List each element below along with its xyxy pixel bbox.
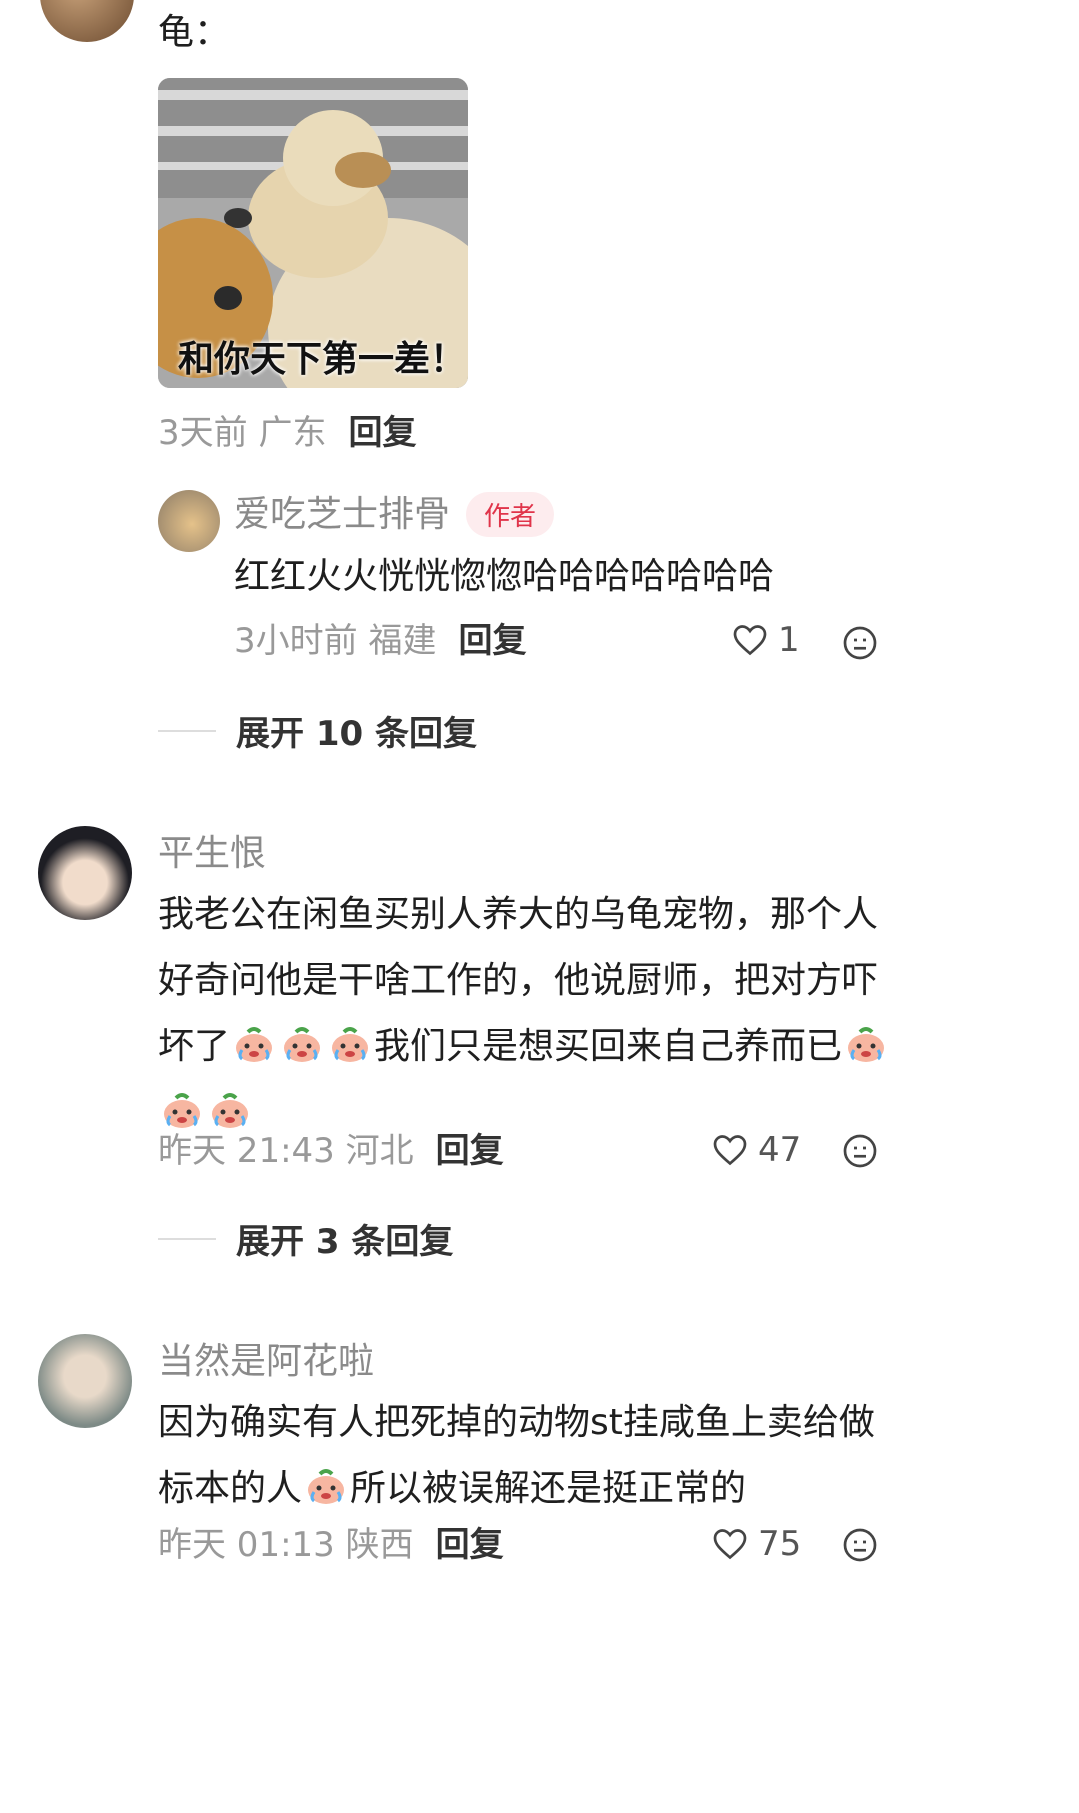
comment-meta: 昨天 01:13 陕西 bbox=[158, 1525, 414, 1565]
face-icon[interactable] bbox=[842, 1133, 878, 1169]
comment-meta: 3天前 广东 bbox=[158, 413, 327, 453]
avatar[interactable] bbox=[158, 490, 220, 552]
like-count: 75 bbox=[758, 1524, 802, 1564]
like-count: 47 bbox=[758, 1130, 802, 1170]
heart-icon bbox=[713, 1529, 747, 1560]
face-icon[interactable] bbox=[842, 625, 878, 661]
comment-text-line: 我老公在闲鱼买别人养大的乌龟宠物，那个人 bbox=[158, 894, 879, 935]
crying-emoji bbox=[236, 1027, 273, 1062]
like-count: 1 bbox=[778, 620, 800, 660]
crying-emoji bbox=[164, 1093, 200, 1128]
comment-text-line: 因为确实有人把死掉的动物st挂咸鱼上卖给做 bbox=[158, 1402, 875, 1443]
comment-image[interactable]: 和你天下第一差！ bbox=[158, 78, 468, 388]
divider bbox=[158, 729, 216, 732]
like-button[interactable]: 1 bbox=[732, 620, 800, 660]
expand-label: 展开 3 条回复 bbox=[236, 1222, 454, 1262]
comment-text: 龟： bbox=[158, 12, 231, 53]
heart-icon bbox=[733, 625, 767, 656]
comment-text-part: 标本的人 bbox=[158, 1468, 303, 1509]
username[interactable]: 平生恨 bbox=[158, 832, 266, 876]
comment-text-part: 坏了 bbox=[158, 1026, 231, 1067]
username[interactable]: 爱吃芝士排骨 bbox=[234, 493, 450, 537]
heart-icon bbox=[713, 1135, 747, 1166]
comment-text-part: 我们只是想买回来自己养而已 bbox=[374, 1026, 843, 1067]
reply-button[interactable]: 回复 bbox=[436, 1525, 504, 1565]
reply-button[interactable]: 回复 bbox=[458, 621, 526, 661]
reply-text: 红红火火恍恍惚惚哈哈哈哈哈哈哈 bbox=[234, 556, 775, 597]
reply-button[interactable]: 回复 bbox=[348, 413, 416, 453]
crying-emoji bbox=[308, 1469, 345, 1504]
avatar[interactable] bbox=[38, 826, 132, 920]
like-button[interactable]: 47 bbox=[712, 1130, 801, 1170]
expand-replies-button[interactable]: 展开 3 条回复 bbox=[158, 1214, 453, 1263]
comment-meta: 昨天 21:43 河北 bbox=[158, 1131, 414, 1171]
crying-emoji bbox=[332, 1027, 369, 1062]
expand-label: 展开 10 条回复 bbox=[236, 714, 477, 754]
crying-emoji bbox=[284, 1027, 321, 1062]
reply-meta: 3小时前 福建 bbox=[234, 621, 437, 661]
face-icon[interactable] bbox=[842, 1527, 878, 1563]
crying-emoji bbox=[848, 1027, 885, 1062]
divider bbox=[158, 1237, 216, 1240]
comment-text-line: 好奇问他是干啥工作的，他说厨师，把对方吓 bbox=[158, 960, 879, 1001]
like-button[interactable]: 75 bbox=[712, 1524, 801, 1564]
avatar[interactable] bbox=[38, 1334, 132, 1428]
image-caption: 和你天下第一差！ bbox=[178, 339, 467, 380]
expand-replies-button[interactable]: 展开 10 条回复 bbox=[158, 706, 477, 755]
username[interactable]: 当然是阿花啦 bbox=[158, 1340, 374, 1384]
avatar[interactable] bbox=[40, 0, 134, 42]
reply-button[interactable]: 回复 bbox=[436, 1131, 504, 1171]
comment-text-part: 所以被误解还是挺正常的 bbox=[350, 1468, 747, 1509]
crying-emoji bbox=[212, 1093, 248, 1128]
author-badge: 作者 bbox=[466, 492, 555, 537]
